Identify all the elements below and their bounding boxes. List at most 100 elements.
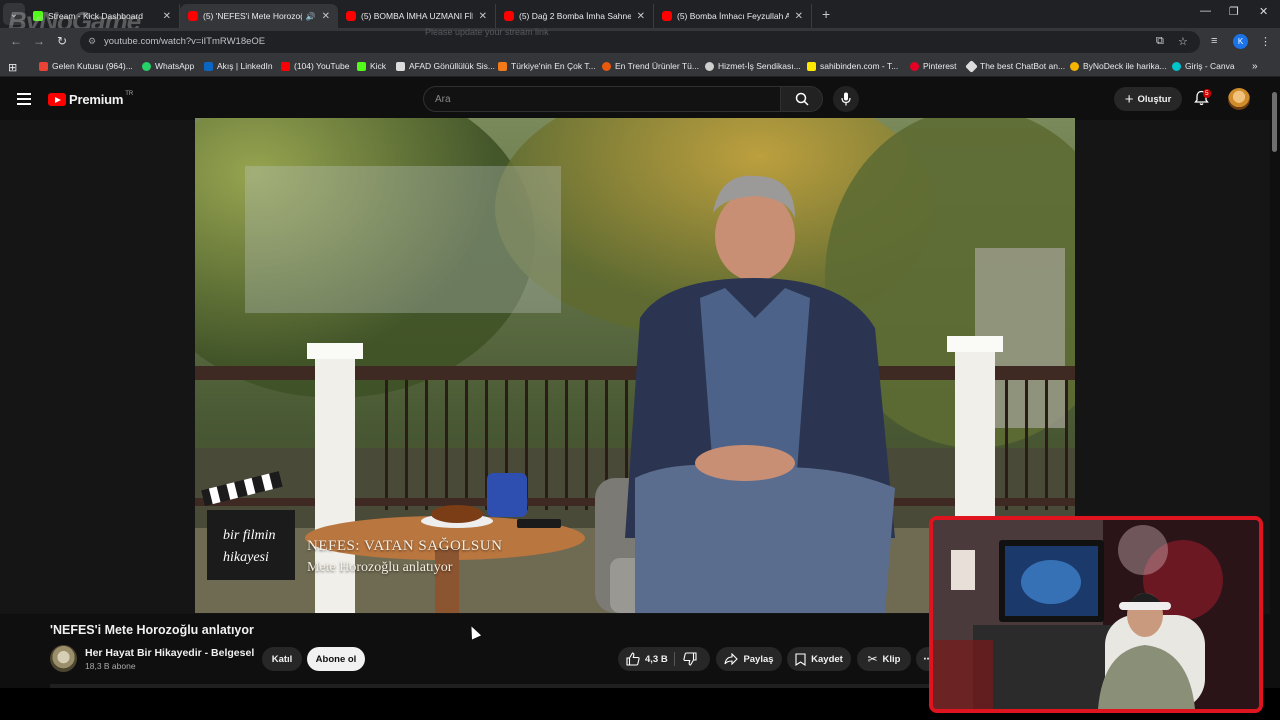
bookmark-pinterest[interactable]: Pinterest [910, 61, 957, 71]
bookmark-label: En Trend Ürünler Tü... [615, 61, 699, 71]
reload-icon[interactable]: ↻ [57, 34, 67, 48]
thumbs-down-icon [683, 652, 697, 666]
bookmark-youtube[interactable]: (104) YouTube [281, 61, 349, 71]
search-icon [795, 92, 809, 106]
youtube-premium-logo[interactable]: Premium TR [48, 91, 133, 107]
close-icon[interactable]: ✕ [637, 11, 645, 22]
clapper-text-line1: bir filmin [223, 528, 276, 543]
pinterest-icon [910, 61, 919, 71]
new-tab-icon[interactable]: + [822, 6, 830, 22]
like-count: 4,3 B [645, 653, 668, 665]
share-label: Paylaş [743, 653, 774, 665]
bookmark-label: Türkiye'nin En Çok T... [511, 61, 596, 71]
share-button[interactable]: Paylaş [716, 647, 782, 671]
bookmark-chatbot[interactable]: The best ChatBot an... [965, 59, 1066, 73]
trendyol-icon [498, 61, 507, 71]
bookmark-label: Hizmet-İş Sendikası... [718, 61, 801, 71]
forward-icon[interactable]: → [33, 34, 45, 48]
bookmark-label: (104) YouTube [294, 61, 350, 71]
bookmark-linkedin[interactable]: Akış | LinkedIn [204, 61, 273, 71]
search-button[interactable] [781, 86, 823, 112]
minimize-icon[interactable]: — [1200, 5, 1211, 17]
tab-title: (5) Bomba İmhacı Feyzullah Alt [677, 11, 789, 21]
channel-avatar[interactable] [50, 645, 77, 672]
video-title: 'NEFES'i Mete Horozoğlu anlatıyor [50, 623, 254, 637]
media-control-icon[interactable]: ≡ [1211, 35, 1217, 47]
close-icon[interactable]: ✕ [479, 11, 487, 22]
scrollbar-thumb[interactable] [1272, 92, 1277, 152]
bookmark-trend-urunler[interactable]: En Trend Ürünler Tü... [602, 61, 699, 71]
voice-search-button[interactable] [833, 86, 859, 112]
logo-text: Premium [69, 92, 124, 107]
subscribe-button[interactable]: Abone ol [307, 647, 365, 671]
bookmark-sahibinden[interactable]: sahibinden.com - T... [807, 61, 898, 71]
tab-bomba-imhaci[interactable]: (5) Bomba İmhacı Feyzullah Alt ✕ [654, 4, 812, 28]
maximize-icon[interactable]: ❐ [1229, 5, 1239, 18]
back-icon[interactable]: ← [10, 34, 22, 48]
site-info-icon[interactable]: ⚙ [88, 36, 96, 47]
tab-dag-2[interactable]: (5) Dağ 2 Bomba İmha Sahnesi ✕ [496, 4, 654, 28]
notification-badge: 5 [1203, 89, 1211, 98]
youtube-icon [504, 11, 514, 21]
clip-button[interactable]: ✂ Klip [857, 647, 911, 671]
bookmark-trendyol[interactable]: Türkiye'nin En Çok T... [498, 61, 596, 71]
youtube-icon [662, 11, 672, 21]
description-box-edge [50, 684, 930, 688]
divider [674, 652, 675, 666]
save-button[interactable]: Kaydet [787, 647, 851, 671]
youtube-icon [281, 61, 290, 71]
like-button[interactable]: 4,3 B [626, 652, 668, 666]
clip-label: Klip [882, 653, 901, 665]
bookmark-bynodeck[interactable]: ByNoDeck ile harika... [1070, 61, 1167, 71]
chatbot-icon [965, 59, 978, 73]
channel-name[interactable]: Her Hayat Bir Hikayedir - Belgesel [85, 647, 254, 659]
tab-title: (5) 'NEFES'i Mete Horozoğlu [203, 11, 302, 21]
globe-icon [705, 61, 714, 71]
tab-title: (5) BOMBA İMHA UZMANI FİL [361, 11, 473, 21]
share-icon [724, 653, 739, 665]
close-icon[interactable]: ✕ [322, 11, 330, 22]
bookmark-whatsapp[interactable]: WhatsApp [142, 61, 194, 71]
create-button[interactable]: + Oluştur [1114, 87, 1182, 111]
join-button[interactable]: Katıl [262, 647, 302, 671]
bookmark-icon [795, 652, 806, 666]
tab-nefes-video[interactable]: (5) 'NEFES'i Mete Horozoğlu 🔊 ✕ [180, 4, 338, 28]
dislike-button[interactable] [683, 652, 697, 669]
close-icon[interactable]: ✕ [163, 11, 171, 22]
bookmark-label: Akış | LinkedIn [217, 61, 273, 71]
close-icon[interactable]: ✕ [795, 11, 803, 22]
more-bookmarks-icon[interactable]: » [1252, 61, 1258, 72]
search-input[interactable]: Ara [423, 86, 781, 112]
bookmark-kick[interactable]: Kick [357, 61, 386, 71]
gmail-icon [39, 61, 48, 71]
hamburger-menu-icon[interactable] [17, 93, 31, 108]
apps-grid-icon[interactable]: ⊞ [8, 61, 17, 74]
bookmark-canva[interactable]: Giriş - Canva [1172, 61, 1235, 71]
url-bar[interactable]: ⚙ youtube.com/watch?v=iITmRW18eOE [80, 31, 1200, 53]
like-dislike-group: 4,3 B [618, 647, 710, 671]
video-overlay-subtitle: Mete Horozoğlu anlatıyor [307, 560, 453, 575]
bookmark-afad[interactable]: AFAD Gönüllülük Sis... [396, 61, 495, 71]
plus-icon: + [1124, 90, 1134, 108]
trend-icon [602, 61, 611, 71]
bookmark-label: The best ChatBot an... [980, 61, 1066, 71]
bookmark-label: Kick [370, 61, 387, 71]
url-text: youtube.com/watch?v=iITmRW18eOE [104, 36, 266, 47]
clapper-text-line2: hikayesi [223, 550, 269, 565]
speaker-icon[interactable]: 🔊 [306, 12, 316, 21]
user-avatar[interactable] [1228, 88, 1250, 110]
sahibinden-icon [807, 61, 816, 71]
create-label: Oluştur [1137, 93, 1172, 105]
window-close-icon[interactable]: ✕ [1259, 5, 1268, 18]
bookmark-label: Giriş - Canva [1185, 61, 1235, 71]
bookmark-gmail[interactable]: Gelen Kutusu (964)... [39, 61, 133, 71]
install-app-icon[interactable]: ⧉ [1156, 35, 1164, 48]
tab-bomba-imha-uzmani[interactable]: (5) BOMBA İMHA UZMANI FİL ✕ [338, 4, 496, 28]
bookmark-label: sahibinden.com - T... [820, 61, 899, 71]
page-scrollbar[interactable] [1270, 77, 1280, 688]
bookmark-star-icon[interactable]: ☆ [1178, 35, 1188, 48]
bookmark-hizmet-is[interactable]: Hizmet-İş Sendikası... [705, 61, 801, 71]
youtube-icon [346, 11, 356, 21]
browser-menu-icon[interactable]: ⋮ [1260, 35, 1271, 48]
profile-avatar[interactable]: K [1233, 34, 1248, 49]
